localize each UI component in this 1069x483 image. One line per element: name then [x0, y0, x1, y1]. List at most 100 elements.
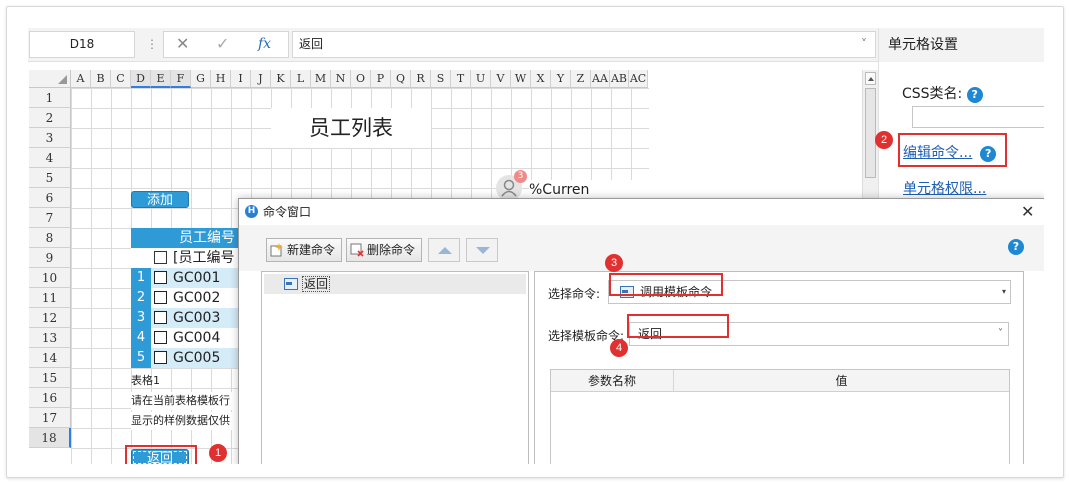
value-header: 值: [674, 370, 1009, 392]
column-header[interactable]: E: [151, 70, 171, 88]
back-button[interactable]: 返回: [131, 449, 189, 464]
param-name-header: 参数名称: [551, 370, 674, 392]
help-icon[interactable]: ?: [966, 87, 983, 103]
dialog-title: 命令窗口: [263, 205, 312, 219]
formula-input[interactable]: 返回: [292, 31, 876, 58]
row-header[interactable]: 16: [29, 388, 71, 408]
checkbox[interactable]: [154, 331, 167, 344]
dialog-help-icon[interactable]: ?: [1008, 239, 1024, 255]
checkbox[interactable]: [154, 251, 167, 264]
hint-line-1: 请在当前表格模板行: [131, 392, 239, 410]
checkbox[interactable]: [154, 311, 167, 324]
column-header[interactable]: T: [451, 70, 471, 88]
column-header[interactable]: AA: [591, 70, 610, 88]
chevron-down-icon: ˅: [998, 328, 1003, 339]
row-header[interactable]: 2: [29, 108, 71, 128]
command-icon: [284, 278, 298, 290]
checkbox[interactable]: [154, 271, 167, 284]
employee-id: GC003: [173, 310, 221, 326]
column-header[interactable]: N: [331, 70, 351, 88]
row-number: 3: [131, 308, 151, 328]
table-row[interactable]: 5 GC005: [131, 348, 251, 368]
add-button[interactable]: 添加: [131, 191, 189, 208]
column-header[interactable]: J: [251, 70, 271, 88]
checkbox[interactable]: [154, 351, 167, 364]
row-header[interactable]: 13: [29, 328, 71, 348]
row-header[interactable]: 9: [29, 248, 71, 268]
table-row[interactable]: 2 GC002: [131, 288, 251, 308]
select-all-corner[interactable]: [29, 70, 71, 88]
scroll-thumb[interactable]: [865, 88, 876, 178]
delete-command-label: 删除命令: [367, 243, 416, 257]
row-header[interactable]: 10: [29, 268, 71, 288]
table-row[interactable]: 3 GC003: [131, 308, 251, 328]
expand-formula-icon[interactable]: ˅: [861, 37, 867, 51]
move-down-button[interactable]: [466, 238, 498, 262]
css-class-input[interactable]: [912, 106, 1044, 128]
row-header[interactable]: 14: [29, 348, 71, 368]
table-row[interactable]: 4 GC004: [131, 328, 251, 348]
row-header[interactable]: 17: [29, 408, 71, 428]
css-class-label-text: CSS类名:: [902, 86, 963, 102]
column-header[interactable]: C: [111, 70, 131, 88]
function-icon[interactable]: fx: [258, 36, 271, 52]
checkbox[interactable]: [154, 291, 167, 304]
column-header[interactable]: G: [191, 70, 211, 88]
highlight-box-3: [609, 273, 723, 296]
column-header[interactable]: A: [71, 70, 91, 88]
row-header[interactable]: 5: [29, 168, 71, 188]
row-header[interactable]: 1: [29, 88, 71, 108]
command-list-item[interactable]: 返回: [264, 274, 526, 294]
row-header[interactable]: 12: [29, 308, 71, 328]
help-icon[interactable]: ?: [980, 146, 997, 162]
column-header[interactable]: B: [91, 70, 111, 88]
column-header[interactable]: AB: [610, 70, 629, 88]
row-header[interactable]: 11: [29, 288, 71, 308]
column-header[interactable]: L: [291, 70, 311, 88]
name-box[interactable]: D18: [29, 31, 135, 58]
column-header[interactable]: X: [531, 70, 551, 88]
parameter-table: 参数名称 值: [550, 369, 1010, 464]
column-header[interactable]: K: [271, 70, 291, 88]
cell-permission-link[interactable]: 单元格权限...: [903, 181, 986, 197]
screenshot-frame: D18 ⋮ ✕ ✓ fx 返回 ˅ ABCDEFGHIJKLMNOPQRSTUV…: [6, 6, 1064, 478]
column-header[interactable]: O: [351, 70, 371, 88]
formula-bar: D18 ⋮ ✕ ✓ fx 返回 ˅: [28, 28, 878, 62]
column-header[interactable]: Y: [551, 70, 571, 88]
cancel-icon[interactable]: ✕: [176, 34, 189, 53]
column-header[interactable]: S: [431, 70, 451, 88]
move-up-button[interactable]: [428, 238, 460, 262]
column-header[interactable]: P: [371, 70, 391, 88]
row-header[interactable]: 15: [29, 368, 71, 388]
designer-window: D18 ⋮ ✕ ✓ fx 返回 ˅ ABCDEFGHIJKLMNOPQRSTUV…: [28, 28, 1044, 464]
column-header[interactable]: Z: [571, 70, 591, 88]
column-header[interactable]: I: [231, 70, 251, 88]
edit-command-link[interactable]: 编辑命令...: [903, 145, 972, 161]
scroll-up-button[interactable]: [865, 72, 876, 85]
row-header[interactable]: 7: [29, 208, 71, 228]
table-row[interactable]: 1 GC001: [131, 268, 251, 288]
column-header[interactable]: Q: [391, 70, 411, 88]
enter-icon[interactable]: ✓: [216, 34, 229, 53]
row-number: 2: [131, 288, 151, 308]
column-header[interactable]: W: [511, 70, 531, 88]
close-icon[interactable]: ✕: [1021, 199, 1034, 225]
new-command-button[interactable]: 新建命令: [266, 238, 342, 262]
column-header[interactable]: F: [171, 70, 191, 88]
column-header[interactable]: U: [471, 70, 491, 88]
column-header[interactable]: V: [491, 70, 511, 88]
row-header[interactable]: 8: [29, 228, 71, 248]
select-command-label: 选择命令:: [548, 287, 601, 301]
column-header[interactable]: R: [411, 70, 431, 88]
delete-command-button[interactable]: 删除命令: [346, 238, 422, 262]
row-header[interactable]: 3: [29, 128, 71, 148]
row-header[interactable]: 6: [29, 188, 71, 208]
column-header[interactable]: H: [211, 70, 231, 88]
column-header[interactable]: AC: [629, 70, 648, 88]
row-header[interactable]: 4: [29, 148, 71, 168]
step-marker-1: 1: [209, 444, 227, 462]
template-cell-text: [员工编号: [173, 250, 235, 266]
row-header[interactable]: 18: [29, 428, 71, 448]
column-header[interactable]: D: [131, 70, 151, 88]
column-header[interactable]: M: [311, 70, 331, 88]
